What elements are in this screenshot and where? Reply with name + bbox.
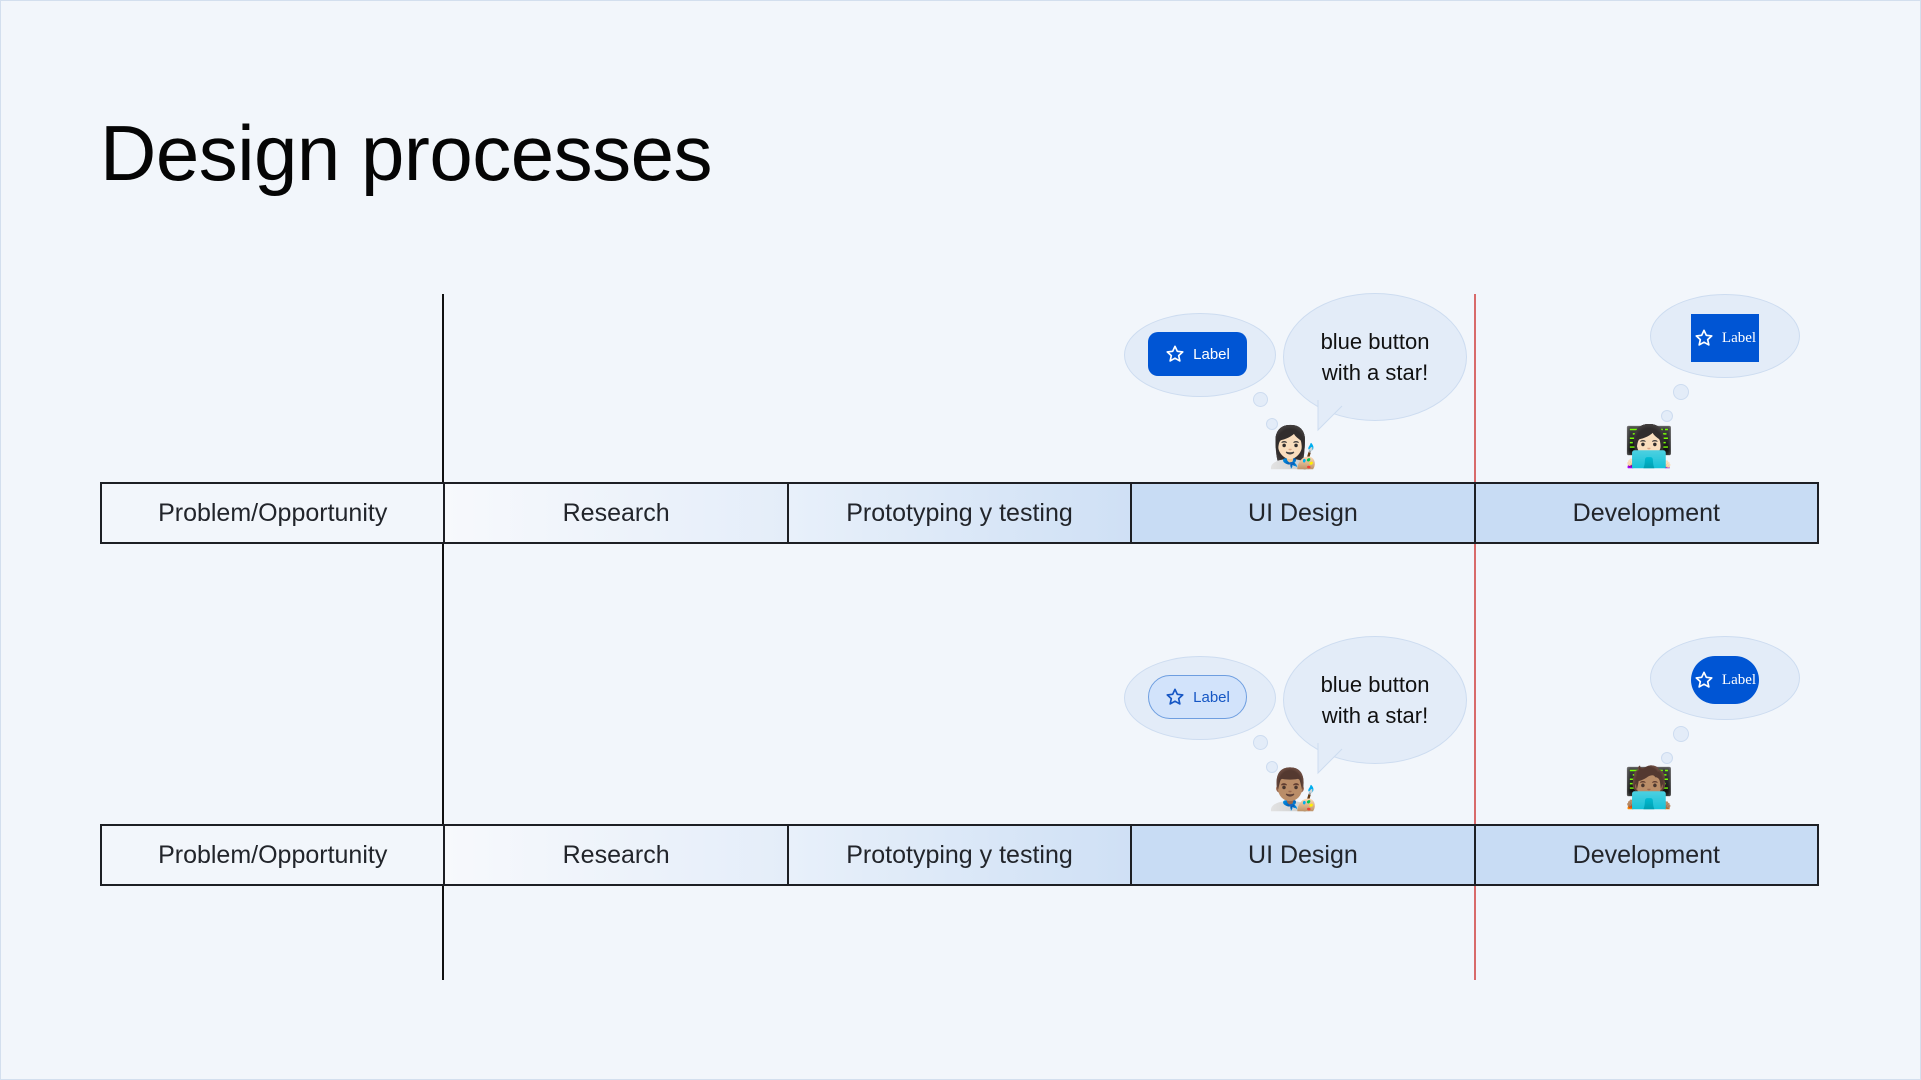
stage-development: Development — [1475, 826, 1818, 884]
stage-prototyping: Prototyping y testing — [788, 484, 1133, 542]
speech-tail — [1317, 743, 1343, 775]
speech-line: with a star! — [1321, 703, 1429, 728]
star-outline-icon — [1695, 671, 1713, 688]
stage-problem: Problem/Opportunity — [102, 484, 446, 542]
process-row-1: Problem/Opportunity Research Prototyping… — [100, 482, 1819, 544]
button-label: Label — [1721, 329, 1757, 346]
speech-tail — [1317, 400, 1343, 432]
star-outline-icon — [1695, 329, 1713, 346]
stage-ui-design: UI Design — [1132, 484, 1476, 542]
designer-speech-text: blue button with a star! — [1283, 326, 1467, 388]
button-label: Label — [1193, 688, 1230, 706]
stage-development: Development — [1475, 484, 1818, 542]
process-row-2: Problem/Opportunity Research Prototyping… — [100, 824, 1819, 886]
button-label: Label — [1193, 345, 1230, 363]
thought-dot — [1673, 726, 1689, 742]
thought-button-filled: Label — [1148, 332, 1247, 376]
star-outline-icon — [1166, 345, 1184, 362]
speech-line: with a star! — [1321, 360, 1429, 385]
thought-button-pill: Label — [1691, 656, 1759, 704]
speech-line: blue button — [1320, 672, 1430, 697]
stage-problem: Problem/Opportunity — [102, 826, 446, 884]
developer-avatar: 🧑🏽‍💻 — [1624, 766, 1674, 810]
thought-dot — [1661, 752, 1673, 764]
thought-dot — [1253, 392, 1268, 407]
stage-ui-design: UI Design — [1132, 826, 1476, 884]
designer-avatar: 👨🏽‍🎨 — [1268, 768, 1318, 812]
thought-dot — [1673, 384, 1689, 400]
thought-dot — [1661, 410, 1673, 422]
star-outline-icon — [1166, 688, 1184, 705]
thought-dot — [1253, 735, 1268, 750]
designer-avatar: 👩🏻‍🎨 — [1268, 426, 1318, 470]
thought-button-tonal: Label — [1148, 675, 1247, 719]
thought-button-square: Label — [1691, 314, 1759, 362]
page-title: Design processes — [100, 109, 712, 197]
speech-line: blue button — [1320, 329, 1430, 354]
designer-speech-text: blue button with a star! — [1283, 669, 1467, 731]
stage-research: Research — [445, 826, 789, 884]
stage-prototyping: Prototyping y testing — [788, 826, 1133, 884]
button-label: Label — [1721, 671, 1757, 688]
stage-research: Research — [445, 484, 789, 542]
developer-avatar: 👩🏻‍💻 — [1624, 425, 1674, 469]
